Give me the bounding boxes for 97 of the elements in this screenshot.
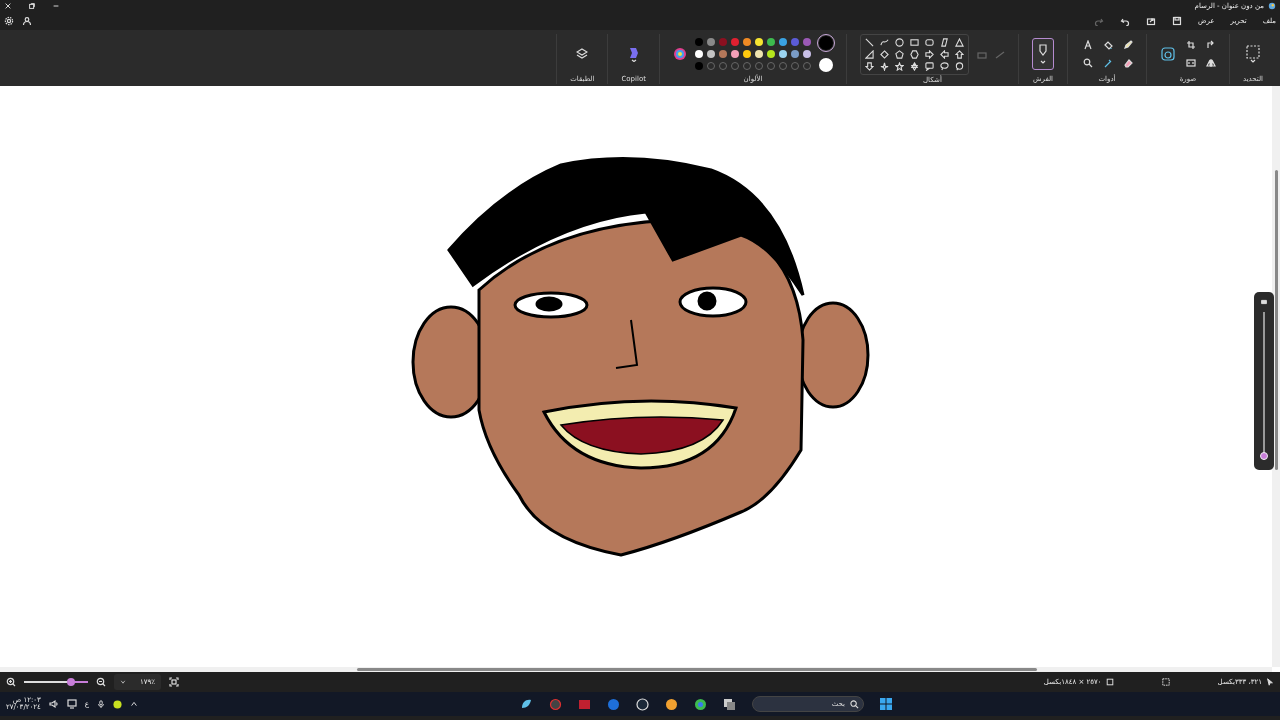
line-icon[interactable] [865, 38, 874, 47]
microphone-icon[interactable] [96, 700, 105, 708]
canvas-size-icon [1105, 678, 1114, 686]
secondary-color-swatch[interactable] [819, 57, 833, 72]
fit-to-window-icon[interactable] [169, 677, 180, 687]
color-swatch[interactable] [743, 49, 751, 58]
pentagon-icon[interactable] [895, 50, 904, 59]
search-icon [850, 700, 859, 709]
color-swatch[interactable] [695, 61, 703, 70]
steam-icon[interactable] [636, 697, 649, 711]
color-swatch[interactable] [803, 49, 811, 58]
color-swatch[interactable] [755, 49, 763, 58]
task-view-icon[interactable] [723, 697, 736, 711]
copilot-icon[interactable] [627, 45, 640, 62]
color-picker-icon[interactable] [1103, 57, 1113, 68]
app-icon[interactable] [607, 697, 620, 711]
zoom-out-icon[interactable] [96, 677, 106, 687]
browser-icon[interactable] [694, 697, 707, 711]
arrow-left-icon[interactable] [940, 50, 949, 59]
layers-icon[interactable] [576, 47, 589, 60]
brush-icon [1037, 42, 1049, 65]
freeform-icon[interactable] [940, 38, 949, 47]
horizontal-scrollbar-thumb[interactable] [357, 668, 1037, 671]
diamond-icon[interactable] [880, 50, 889, 59]
undo-icon[interactable] [1120, 16, 1130, 26]
color-swatch[interactable] [731, 37, 739, 46]
resize-icon[interactable] [1186, 57, 1196, 68]
redo-icon[interactable] [1094, 16, 1104, 26]
brush-button[interactable] [1032, 37, 1054, 70]
speech-bubble-icon[interactable] [955, 62, 964, 71]
eraser-icon[interactable] [1123, 57, 1133, 68]
fill-bucket-icon[interactable] [1103, 39, 1113, 50]
image-remove-background-icon[interactable] [1160, 45, 1176, 62]
color-swatch[interactable] [695, 49, 703, 58]
color-swatch[interactable] [791, 49, 799, 58]
chevron-up-icon[interactable] [129, 700, 138, 708]
brush-size-slider-thumb[interactable] [1260, 451, 1268, 460]
triangle-icon[interactable] [955, 38, 964, 47]
color-swatch[interactable] [779, 49, 787, 58]
color-swatch[interactable] [779, 37, 787, 46]
color-swatch[interactable] [719, 37, 727, 46]
caret-icon [120, 679, 126, 685]
brush-size-icon [1260, 298, 1268, 306]
color-swatch[interactable] [707, 37, 715, 46]
color-swatch[interactable] [767, 49, 775, 58]
callout-icon[interactable] [925, 62, 934, 71]
settings-icon[interactable] [4, 16, 14, 26]
color-swatch[interactable] [707, 49, 715, 58]
zoom-in-icon[interactable] [6, 677, 16, 687]
rounded-rectangle-icon[interactable] [925, 38, 934, 47]
arrow-up-icon[interactable] [955, 50, 964, 59]
vertical-scrollbar-thumb[interactable] [1275, 170, 1278, 470]
rectangle-icon[interactable] [910, 38, 919, 47]
flip-icon[interactable] [1206, 57, 1216, 68]
arrow-down-icon[interactable] [865, 62, 874, 71]
star-icon[interactable] [895, 62, 904, 71]
color-wheel-icon[interactable] [673, 46, 687, 61]
primary-color-swatch[interactable] [819, 35, 833, 50]
pencil-icon[interactable] [1123, 39, 1133, 50]
color-swatch[interactable] [719, 49, 727, 58]
color-swatch[interactable] [695, 37, 703, 46]
paint-icon[interactable] [520, 697, 533, 711]
app-icon[interactable] [665, 697, 678, 711]
selection-size-icon [1161, 678, 1170, 686]
oval-callout-icon[interactable] [940, 62, 949, 71]
text-icon[interactable] [1083, 39, 1093, 50]
arrow-right-icon[interactable] [925, 50, 934, 59]
zoom-slider-thumb[interactable] [67, 678, 76, 686]
hexagon-icon[interactable] [910, 50, 919, 59]
network-icon[interactable] [66, 699, 77, 709]
save-icon[interactable] [1172, 16, 1182, 26]
speaker-icon[interactable] [48, 699, 59, 709]
close-icon[interactable] [4, 2, 12, 10]
cursor-icon [1266, 678, 1274, 686]
color-swatch[interactable] [755, 37, 763, 46]
right-triangle-icon[interactable] [865, 50, 874, 59]
color-swatch[interactable] [803, 37, 811, 46]
app-logo-icon [1268, 2, 1276, 10]
curve-icon[interactable] [880, 38, 889, 47]
account-icon[interactable] [22, 16, 32, 26]
magnifier-icon[interactable] [1083, 57, 1093, 68]
four-point-star-icon[interactable] [880, 62, 889, 71]
color-swatch[interactable] [767, 37, 775, 46]
selection-icon[interactable] [1246, 44, 1260, 63]
windows-start-icon[interactable] [880, 698, 892, 710]
six-point-star-icon[interactable] [910, 62, 919, 71]
app-tray-icon[interactable] [112, 699, 122, 709]
share-icon[interactable] [1146, 16, 1156, 26]
color-swatch[interactable] [743, 37, 751, 46]
restore-icon[interactable] [28, 2, 36, 10]
circle-icon[interactable] [895, 38, 904, 47]
app-icon[interactable] [549, 697, 562, 711]
rotate-icon[interactable] [1206, 39, 1216, 50]
crop-icon[interactable] [1186, 39, 1196, 50]
color-swatch[interactable] [791, 37, 799, 46]
color-swatch[interactable] [731, 49, 739, 58]
minimize-icon[interactable] [52, 2, 60, 10]
